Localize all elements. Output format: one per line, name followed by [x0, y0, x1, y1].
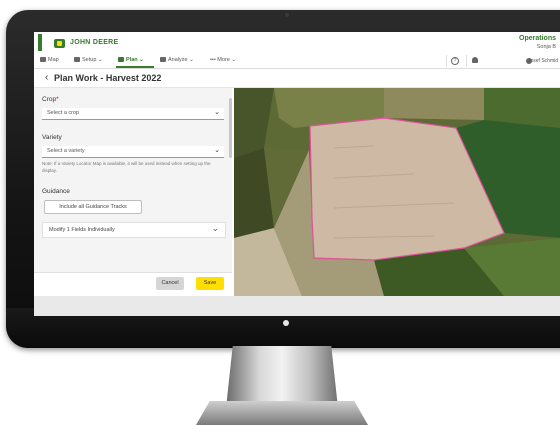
- nav-item-setup[interactable]: Setup ⌄: [74, 57, 103, 63]
- variety-note: Note: If a Variety Locator Map is availa…: [42, 161, 211, 173]
- panel-scrollbar[interactable]: [229, 98, 232, 158]
- brand-accent-bar: [38, 34, 42, 51]
- power-led-icon: [283, 320, 289, 326]
- app-screen: JOHN DEERE Operations Sonja B Map Setup …: [34, 32, 560, 316]
- crop-select-placeholder: Select a crop: [47, 110, 80, 116]
- nav-item-plan[interactable]: Plan ⌄: [118, 57, 144, 63]
- cancel-button[interactable]: Cancel: [156, 277, 184, 290]
- setup-icon: [74, 57, 80, 63]
- variety-select-placeholder: Select a variety: [47, 148, 85, 154]
- include-guidance-button[interactable]: Include all Guidance Tracks: [44, 200, 142, 214]
- plan-form-panel: Crop* Select a crop ⌄ Variety Select a v…: [34, 88, 232, 294]
- chevron-down-icon: ⌄: [211, 223, 219, 233]
- chevron-down-icon: ⌄: [214, 147, 220, 154]
- bell-icon: [472, 57, 478, 63]
- crop-select[interactable]: Select a crop ⌄: [42, 108, 224, 120]
- variety-label: Variety: [42, 134, 62, 141]
- modify-fields-row[interactable]: Modify 1 Fields Individually ⌄: [42, 222, 226, 238]
- crop-label: Crop*: [42, 96, 59, 103]
- brand-name[interactable]: JOHN DEERE: [70, 39, 119, 46]
- notifications-button[interactable]: [466, 55, 483, 67]
- nav-item-more[interactable]: ••• More ⌄: [210, 57, 236, 63]
- help-button[interactable]: ?: [446, 55, 463, 67]
- page-title: Plan Work - Harvest 2022: [54, 73, 162, 83]
- nav-item-analyze[interactable]: Analyze ⌄: [160, 57, 194, 63]
- help-icon: ?: [451, 57, 459, 65]
- plan-icon: [118, 57, 124, 63]
- active-tab-indicator: [116, 66, 154, 68]
- webcam-icon: [285, 13, 289, 17]
- action-bar: Cancel Save: [34, 272, 232, 295]
- field-patch: [384, 88, 484, 120]
- satellite-map-image: [234, 88, 560, 296]
- person-icon: [40, 57, 46, 63]
- page-title-bar: ‹ Plan Work - Harvest 2022: [34, 69, 560, 88]
- back-chevron-icon[interactable]: ‹: [45, 72, 48, 83]
- org-name[interactable]: Operations: [519, 35, 556, 42]
- main-nav: Map Setup ⌄ Plan ⌄ Analyze ⌄ ••• More ⌄ …: [34, 54, 560, 69]
- guidance-label: Guidance: [42, 188, 70, 195]
- chart-icon: [160, 57, 166, 63]
- org-user-name: Sonja B: [536, 44, 556, 50]
- app-header: JOHN DEERE Operations Sonja B: [34, 32, 560, 54]
- nav-item-map[interactable]: Map: [40, 57, 59, 63]
- variety-select[interactable]: Select a variety ⌄: [42, 146, 224, 158]
- modify-fields-label: Modify 1 Fields Individually: [49, 227, 115, 233]
- chevron-down-icon: ⌄: [214, 109, 220, 116]
- save-button[interactable]: Save: [196, 277, 224, 290]
- monitor-stand-base: [196, 401, 368, 425]
- monitor-stand: [226, 346, 338, 408]
- john-deere-logo-icon[interactable]: [54, 39, 65, 48]
- field-map[interactable]: [234, 88, 560, 296]
- footer-strip: [34, 296, 560, 316]
- required-marker: *: [56, 96, 59, 103]
- user-name[interactable]: Josef Schmid: [528, 58, 558, 64]
